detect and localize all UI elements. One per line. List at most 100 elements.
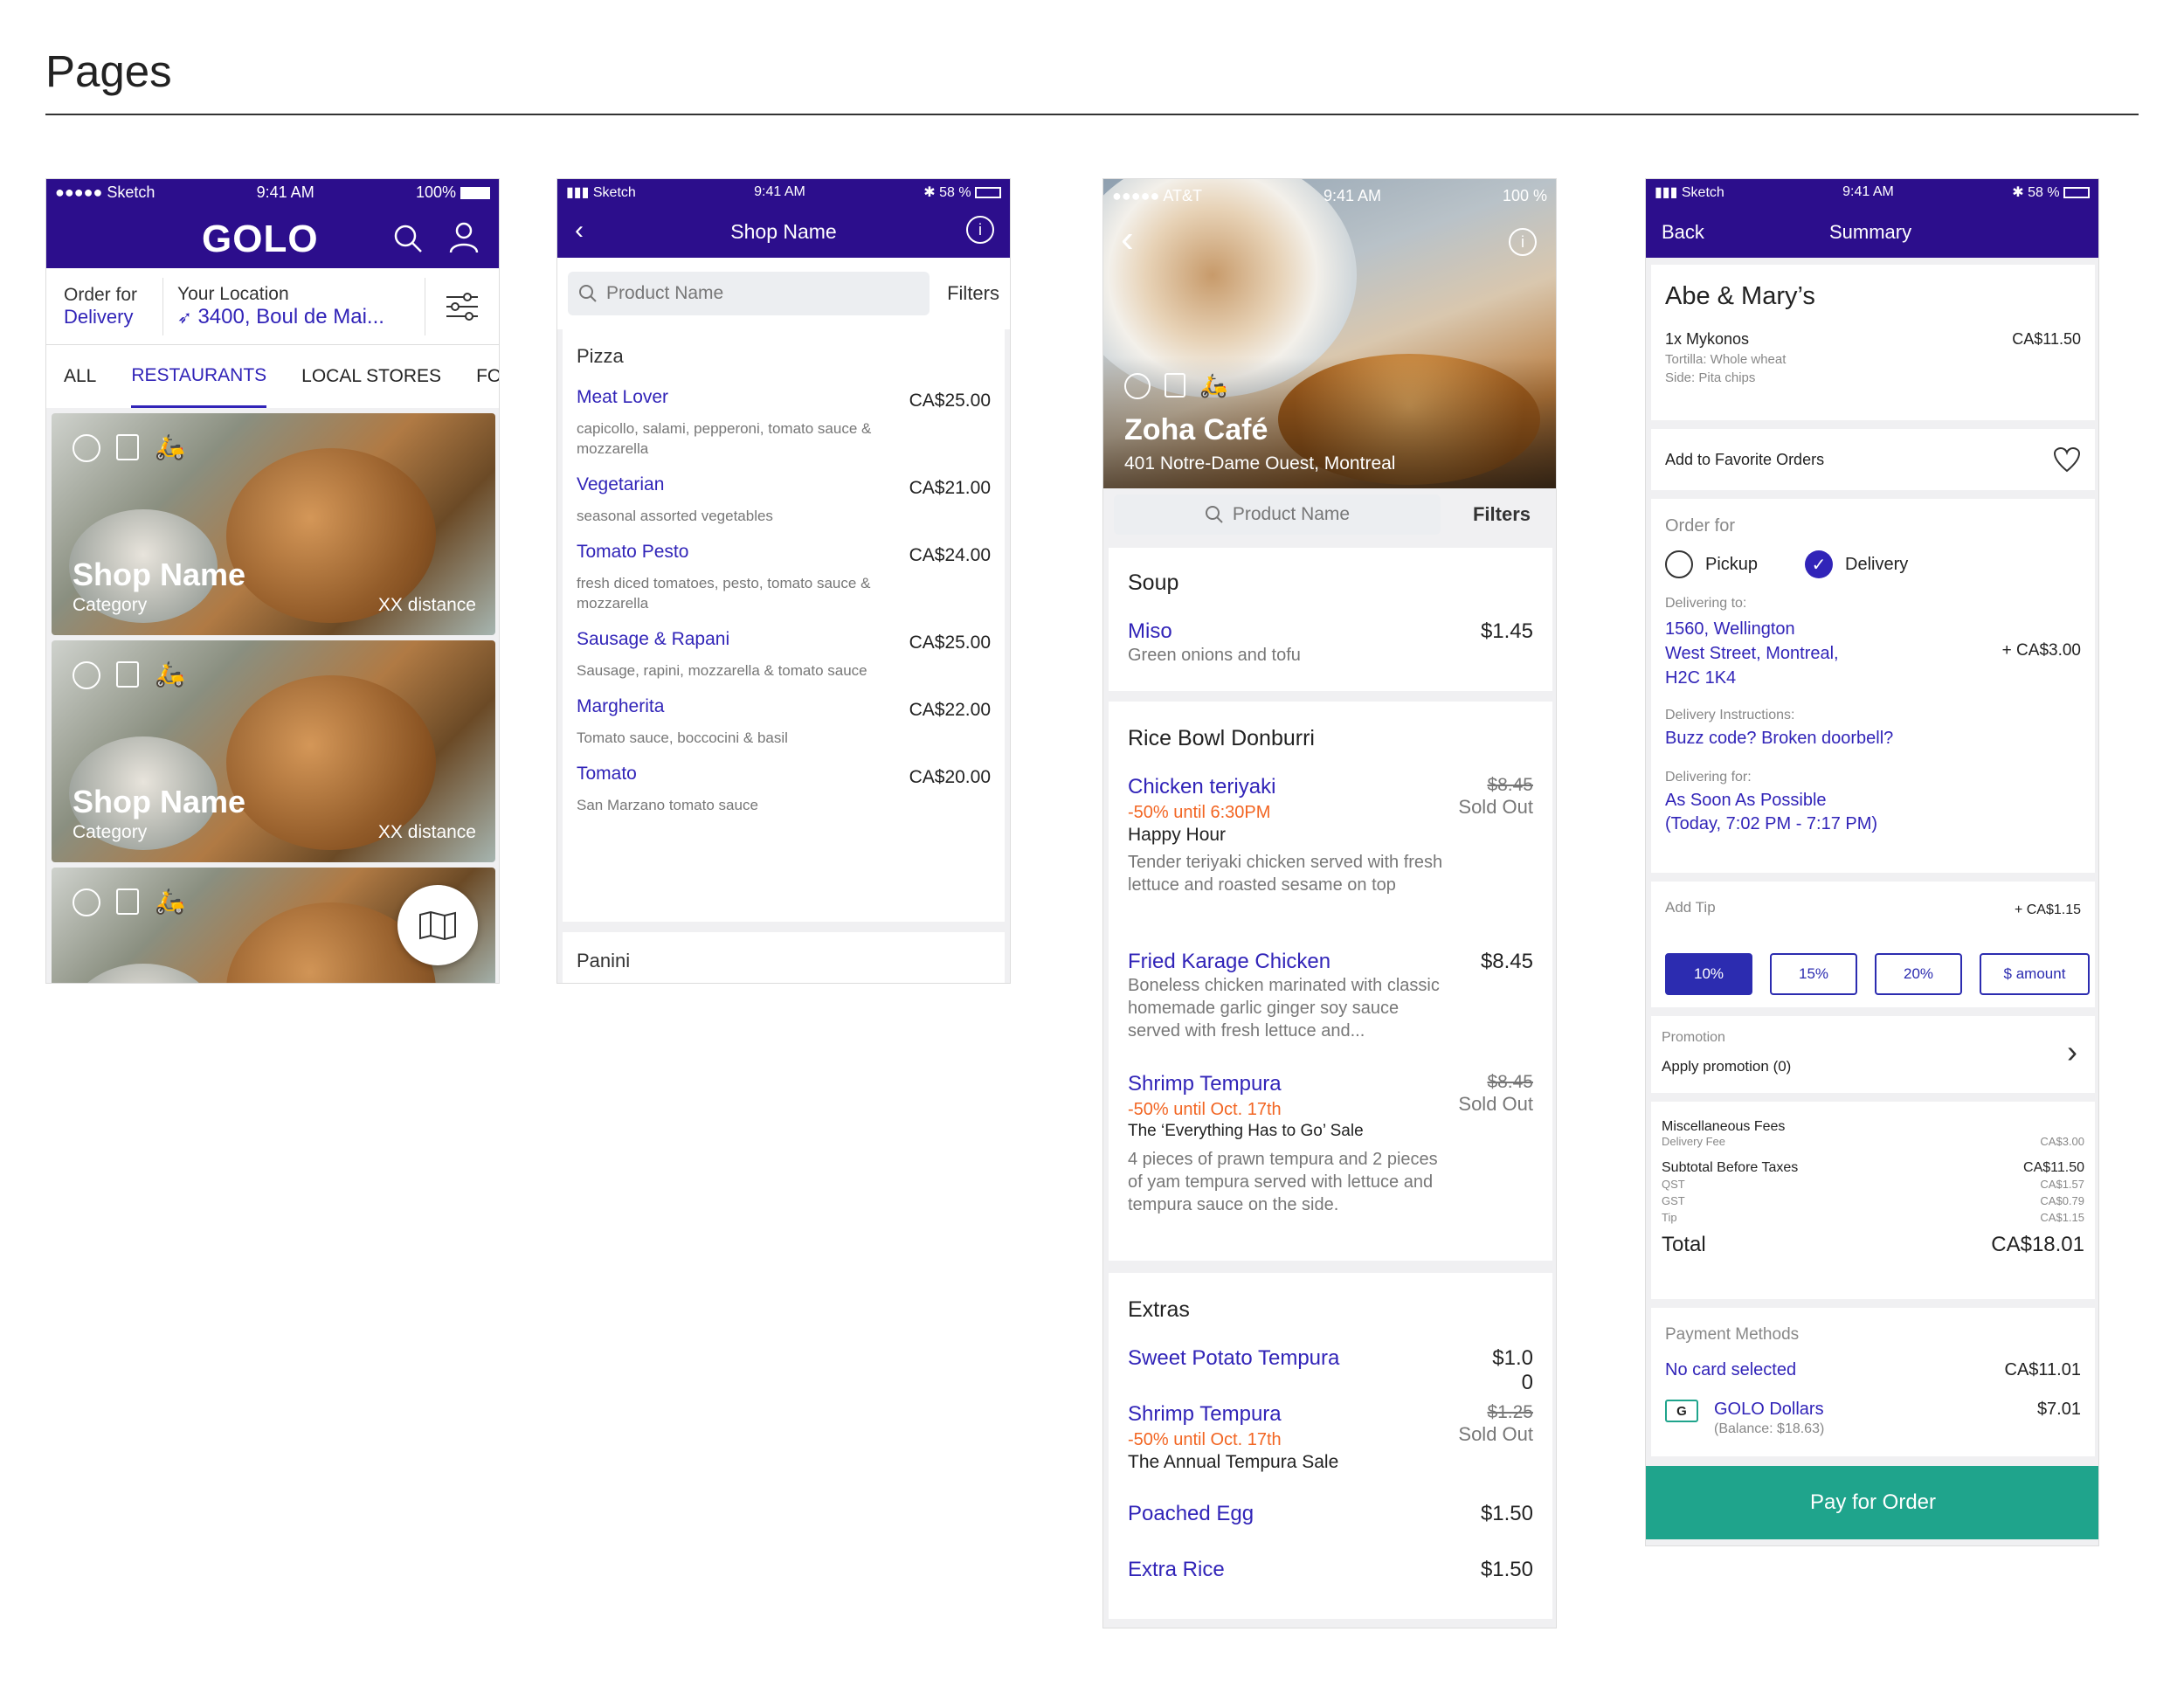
heart-icon[interactable] xyxy=(2053,446,2081,473)
delivering-to-label: Delivering to: xyxy=(1665,596,1747,611)
menu-item[interactable]: Extra Rice $1.50 xyxy=(1128,1558,1533,1582)
delivery-radio-checked[interactable]: ✓ xyxy=(1805,550,1834,578)
location-selector[interactable]: Your Location ➶ 3400, Boul de Mai... xyxy=(163,277,425,335)
item-price: $1.0 xyxy=(1492,1346,1533,1370)
delivery-time-window[interactable]: (Today, 7:02 PM - 7:17 PM) xyxy=(1665,814,2081,834)
item-price: CA$24.00 xyxy=(909,545,991,565)
item-description: San Marzano tomato sauce xyxy=(577,797,758,813)
tip-10-button[interactable]: 10% xyxy=(1665,953,1752,995)
menu-item[interactable]: Shrimp Tempura $8.45 Sold Out -50% until … xyxy=(1128,1072,1533,1216)
golo-logo: GOLO xyxy=(202,218,319,260)
tip-amount: + CA$1.15 xyxy=(2014,902,2081,917)
item-price: CA$25.00 xyxy=(909,633,991,653)
shop-name: Shop Name xyxy=(73,784,246,819)
order-items-card: Abe & Mary’s 1x Mykonos CA$11.50 Tortill… xyxy=(1651,265,2095,420)
rice-bowl-section: Rice Bowl Donburri Chicken teriyaki $8.4… xyxy=(1109,702,1552,1261)
favorite-row[interactable]: Add to Favorite Orders xyxy=(1651,429,2095,490)
category-tabs: ALL RESTAURANTS LOCAL STORES FOOD xyxy=(46,345,499,408)
shop-card[interactable]: 🛵 Shop Name Category XX distance xyxy=(52,413,495,635)
search-icon[interactable] xyxy=(392,223,424,254)
original-price: $8.45 xyxy=(1487,1072,1533,1092)
order-for-value: Delivery xyxy=(64,305,134,328)
tip-line-value: CA$1.15 xyxy=(2040,1211,2084,1224)
tab-all[interactable]: ALL xyxy=(64,366,96,387)
map-button[interactable] xyxy=(397,885,478,965)
instructions-input[interactable]: Buzz code? Broken doorbell? xyxy=(1665,729,2081,749)
product-search-input[interactable]: Product Name xyxy=(568,272,930,315)
tip-15-button[interactable]: 15% xyxy=(1770,953,1857,995)
search-placeholder: Product Name xyxy=(606,283,724,303)
promotion-row[interactable]: Promotion Apply promotion (0) › xyxy=(1651,1016,2095,1093)
screen-title: Summary xyxy=(1829,221,1912,243)
shop-card[interactable]: 🛵 Shop Name Category XX distance xyxy=(52,640,495,862)
menu-item[interactable]: Shrimp Tempura $1.25 Sold Out -50% until … xyxy=(1128,1402,1533,1473)
clock-icon xyxy=(73,888,100,916)
category-heading: Panini xyxy=(577,950,631,971)
menu-item[interactable]: Miso $1.45 Green onions and tofu xyxy=(1128,619,1533,667)
page-title: Pages xyxy=(45,46,172,96)
menu-list: Pizza Meat Lover CA$25.00 capicollo, salam… xyxy=(563,328,1005,922)
menu-item[interactable]: Tomato CA$20.00 San Marzano tomato sauce xyxy=(577,764,991,815)
golo-dollars-icon: G xyxy=(1665,1400,1698,1422)
sale-name: The Annual Tempura Sale xyxy=(1128,1452,1339,1472)
menu-item[interactable]: Fried Karage Chicken $8.45 Boneless chic… xyxy=(1128,950,1533,1042)
item-price: CA$11.50 xyxy=(2012,330,2081,348)
next-category-card: Panini xyxy=(563,932,1005,983)
tip-custom-button[interactable]: $ amount xyxy=(1980,953,2090,995)
golo-amount: $7.01 xyxy=(2036,1400,2081,1419)
delivery-fee: + CA$3.00 xyxy=(2001,641,2081,660)
tab-restaurants[interactable]: RESTAURANTS xyxy=(131,346,267,408)
pay-for-order-button[interactable]: Pay for Order xyxy=(1646,1466,2098,1539)
pickup-radio[interactable] xyxy=(1665,550,1693,578)
shop-menu-screen: ▮▮▮ Sketch 9:41 AM ✱ 58 % ‹ Shop Name i … xyxy=(556,178,1011,984)
product-search-input[interactable]: Product Name xyxy=(1114,494,1441,535)
pickup-label[interactable]: Pickup xyxy=(1705,555,1758,575)
info-icon[interactable]: i xyxy=(1509,228,1537,256)
delivery-label[interactable]: Delivery xyxy=(1845,555,1908,575)
menu-item[interactable]: Meat Lover CA$25.00 capicollo, salami, pep… xyxy=(577,387,991,459)
menu-item[interactable]: Sausage & Rapani CA$25.00 Sausage, rapini,… xyxy=(577,629,991,681)
carrier: ▮▮▮ Sketch xyxy=(566,185,636,200)
menu-item[interactable]: Chicken teriyaki $8.45 Sold Out -50% unti… xyxy=(1128,775,1533,896)
tab-food[interactable]: FOOD xyxy=(476,366,499,387)
misc-fees-label: Miscellaneous Fees xyxy=(1662,1119,1786,1134)
battery: ✱ 58 % xyxy=(2012,183,2090,201)
delivery-address[interactable]: 1560, Wellington West Street, Montreal, … xyxy=(1665,617,2081,690)
info-icon[interactable]: i xyxy=(966,216,994,244)
delivery-time[interactable]: As Soon As Possible xyxy=(1665,791,2081,811)
back-chevron-icon[interactable]: ‹ xyxy=(575,216,584,245)
promotion-label: Promotion xyxy=(1662,1030,1725,1045)
item-price: CA$20.00 xyxy=(909,767,991,787)
shop-category: Category xyxy=(73,595,148,615)
filters-button[interactable]: Filters xyxy=(947,282,999,305)
sold-out-label: Sold Out xyxy=(1458,1093,1533,1115)
menu-item[interactable]: Tomato Pesto CA$24.00 fresh diced tomatoes… xyxy=(577,542,991,613)
shop-nav-bar: ‹ Shop Name i xyxy=(557,205,1010,258)
bluetooth-icon: ✱ xyxy=(2012,185,2024,200)
menu-item[interactable]: Poached Egg $1.50 xyxy=(1128,1502,1533,1526)
search-icon xyxy=(579,285,597,302)
menu-item[interactable]: Vegetarian CA$21.00 seasonal assorted vege… xyxy=(577,474,991,526)
clock-icon xyxy=(73,661,100,689)
summary-nav-bar: Back Summary xyxy=(1646,205,2098,258)
golo-dollars-row[interactable]: G GOLO Dollars (Balance: $18.63) $7.01 xyxy=(1665,1400,2081,1437)
card-payment-row[interactable]: No card selected CA$11.01 xyxy=(1665,1360,2081,1380)
back-button[interactable]: Back xyxy=(1662,221,1704,244)
menu-item[interactable]: Margherita CA$22.00 Tomato sauce, boccocin… xyxy=(577,696,991,748)
tip-20-button[interactable]: 20% xyxy=(1875,953,1962,995)
order-line-item[interactable]: 1x Mykonos CA$11.50 Tortilla: Whole whea… xyxy=(1665,330,2081,385)
shopping-bag-icon xyxy=(1165,373,1185,398)
back-chevron-icon[interactable]: ‹ xyxy=(1121,218,1134,261)
item-price: CA$21.00 xyxy=(909,478,991,498)
filter-sliders-icon[interactable] xyxy=(445,291,480,322)
extras-section: Extras Sweet Potato Tempura $1.0 0 Shrimp… xyxy=(1109,1273,1552,1619)
no-card-link[interactable]: No card selected xyxy=(1665,1360,1796,1379)
order-for-selector[interactable]: Order for Delivery xyxy=(46,277,163,335)
tab-local-stores[interactable]: LOCAL STORES xyxy=(301,366,441,387)
menu-item[interactable]: Sweet Potato Tempura $1.0 0 xyxy=(1128,1346,1533,1394)
carrier: ▮▮▮ Sketch xyxy=(1655,185,1724,200)
profile-icon[interactable] xyxy=(448,221,480,254)
filters-button[interactable]: Filters xyxy=(1458,503,1545,526)
clock-icon xyxy=(73,434,100,462)
item-option: Tortilla: Whole wheat xyxy=(1665,352,1787,367)
